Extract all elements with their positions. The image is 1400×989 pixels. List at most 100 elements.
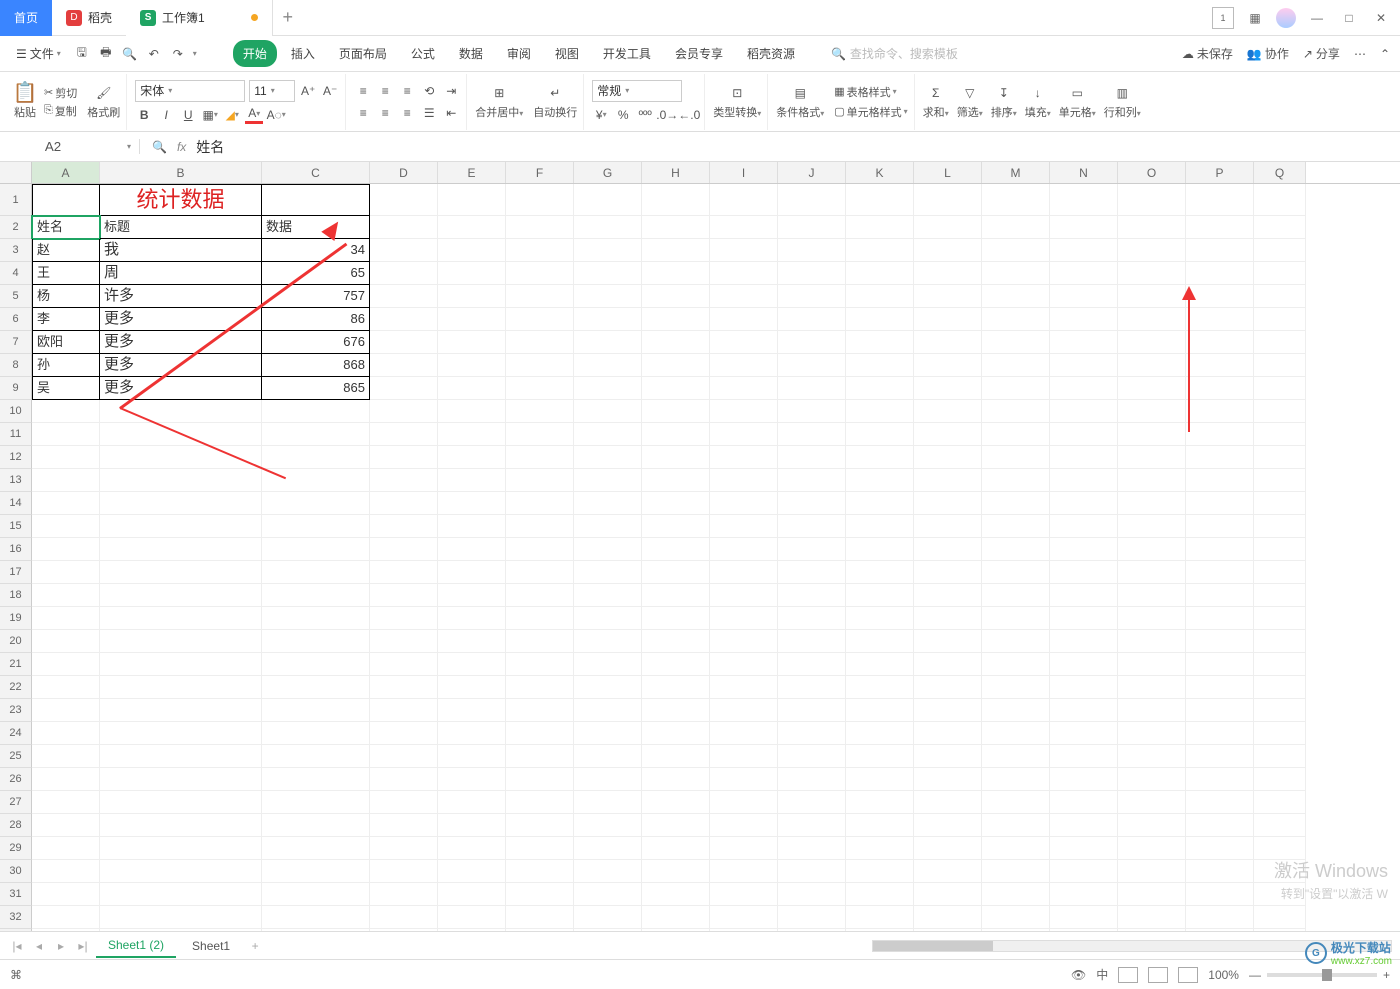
cell[interactable]	[1254, 492, 1306, 515]
cell[interactable]	[1186, 745, 1254, 768]
cell[interactable]	[370, 400, 438, 423]
cell[interactable]	[262, 630, 370, 653]
row-header[interactable]: 7	[0, 331, 32, 354]
cell[interactable]	[370, 906, 438, 929]
comma-icon[interactable]: ººº	[636, 106, 654, 124]
cell[interactable]	[370, 469, 438, 492]
cell[interactable]	[1186, 354, 1254, 377]
cell[interactable]	[1254, 400, 1306, 423]
cell[interactable]	[1186, 377, 1254, 400]
cell[interactable]	[778, 423, 846, 446]
cell[interactable]	[710, 538, 778, 561]
cell[interactable]	[642, 377, 710, 400]
col-header-K[interactable]: K	[846, 162, 914, 183]
cell[interactable]	[778, 768, 846, 791]
cell[interactable]	[574, 285, 642, 308]
cell[interactable]	[262, 607, 370, 630]
cell[interactable]	[100, 515, 262, 538]
cell[interactable]	[1118, 423, 1186, 446]
select-all-corner[interactable]	[0, 162, 32, 183]
cell[interactable]	[914, 630, 982, 653]
cell[interactable]	[262, 676, 370, 699]
tab-data[interactable]: 数据	[449, 40, 493, 67]
cell[interactable]	[32, 423, 100, 446]
cell[interactable]	[846, 239, 914, 262]
cell[interactable]	[574, 331, 642, 354]
cell[interactable]	[982, 745, 1050, 768]
cell[interactable]	[438, 308, 506, 331]
cell[interactable]: 34	[262, 239, 370, 262]
cell[interactable]	[1050, 722, 1118, 745]
cell[interactable]	[1118, 285, 1186, 308]
cell[interactable]	[982, 184, 1050, 216]
cell[interactable]	[574, 184, 642, 216]
cell[interactable]	[1118, 446, 1186, 469]
cell[interactable]	[506, 745, 574, 768]
cell[interactable]	[914, 699, 982, 722]
align-center-icon[interactable]: ≡	[376, 104, 394, 122]
tab-pagelayout[interactable]: 页面布局	[329, 40, 397, 67]
name-box[interactable]: ▾	[0, 139, 140, 154]
cell[interactable]	[1186, 699, 1254, 722]
col-header-C[interactable]: C	[262, 162, 370, 183]
cell[interactable]	[710, 630, 778, 653]
cell[interactable]	[710, 354, 778, 377]
cell[interactable]	[846, 906, 914, 929]
cell[interactable]	[778, 860, 846, 883]
cell[interactable]	[1050, 515, 1118, 538]
cell[interactable]	[438, 561, 506, 584]
cell[interactable]	[1186, 262, 1254, 285]
tablestyle-button[interactable]: ▦ 表格样式▾	[834, 84, 907, 100]
col-header-J[interactable]: J	[778, 162, 846, 183]
cell[interactable]	[574, 860, 642, 883]
cell[interactable]	[1186, 768, 1254, 791]
cell[interactable]	[1050, 883, 1118, 906]
cell[interactable]	[1254, 676, 1306, 699]
copy-button[interactable]: ⎘ 复制	[44, 103, 77, 119]
cell[interactable]	[710, 239, 778, 262]
cell[interactable]	[642, 400, 710, 423]
cell[interactable]	[506, 699, 574, 722]
cell[interactable]	[846, 676, 914, 699]
row-header[interactable]: 16	[0, 538, 32, 561]
add-sheet-button[interactable]: +	[246, 939, 264, 953]
cell[interactable]	[100, 814, 262, 837]
orientation-icon[interactable]: ⟲	[420, 82, 438, 100]
cell[interactable]	[1118, 630, 1186, 653]
cell[interactable]	[32, 814, 100, 837]
cell[interactable]	[370, 630, 438, 653]
cell[interactable]	[778, 515, 846, 538]
cell[interactable]	[982, 469, 1050, 492]
cell[interactable]: 姓名	[32, 216, 100, 239]
cell[interactable]	[914, 607, 982, 630]
cell[interactable]: 赵	[32, 239, 100, 262]
cell[interactable]	[1254, 308, 1306, 331]
cell[interactable]	[1254, 561, 1306, 584]
cell[interactable]	[1186, 653, 1254, 676]
cell[interactable]	[710, 699, 778, 722]
cell[interactable]	[982, 216, 1050, 239]
col-header-L[interactable]: L	[914, 162, 982, 183]
cell[interactable]	[982, 492, 1050, 515]
cell[interactable]	[1254, 331, 1306, 354]
cell[interactable]	[1050, 699, 1118, 722]
cell[interactable]	[32, 630, 100, 653]
cell[interactable]: 欧阳	[32, 331, 100, 354]
cell[interactable]	[710, 584, 778, 607]
cell[interactable]	[642, 262, 710, 285]
cell[interactable]	[982, 308, 1050, 331]
view-normal-icon[interactable]	[1118, 967, 1138, 983]
col-header-M[interactable]: M	[982, 162, 1050, 183]
cell[interactable]	[262, 538, 370, 561]
cell[interactable]	[506, 354, 574, 377]
cell[interactable]	[438, 377, 506, 400]
cell[interactable]	[32, 515, 100, 538]
cell[interactable]	[914, 584, 982, 607]
tab-vip[interactable]: 会员专享	[665, 40, 733, 67]
cell[interactable]: 周	[100, 262, 262, 285]
cell[interactable]	[846, 515, 914, 538]
cell[interactable]	[846, 538, 914, 561]
ime-indicator[interactable]: 中	[1096, 966, 1108, 983]
cell[interactable]	[778, 630, 846, 653]
cell[interactable]	[370, 239, 438, 262]
